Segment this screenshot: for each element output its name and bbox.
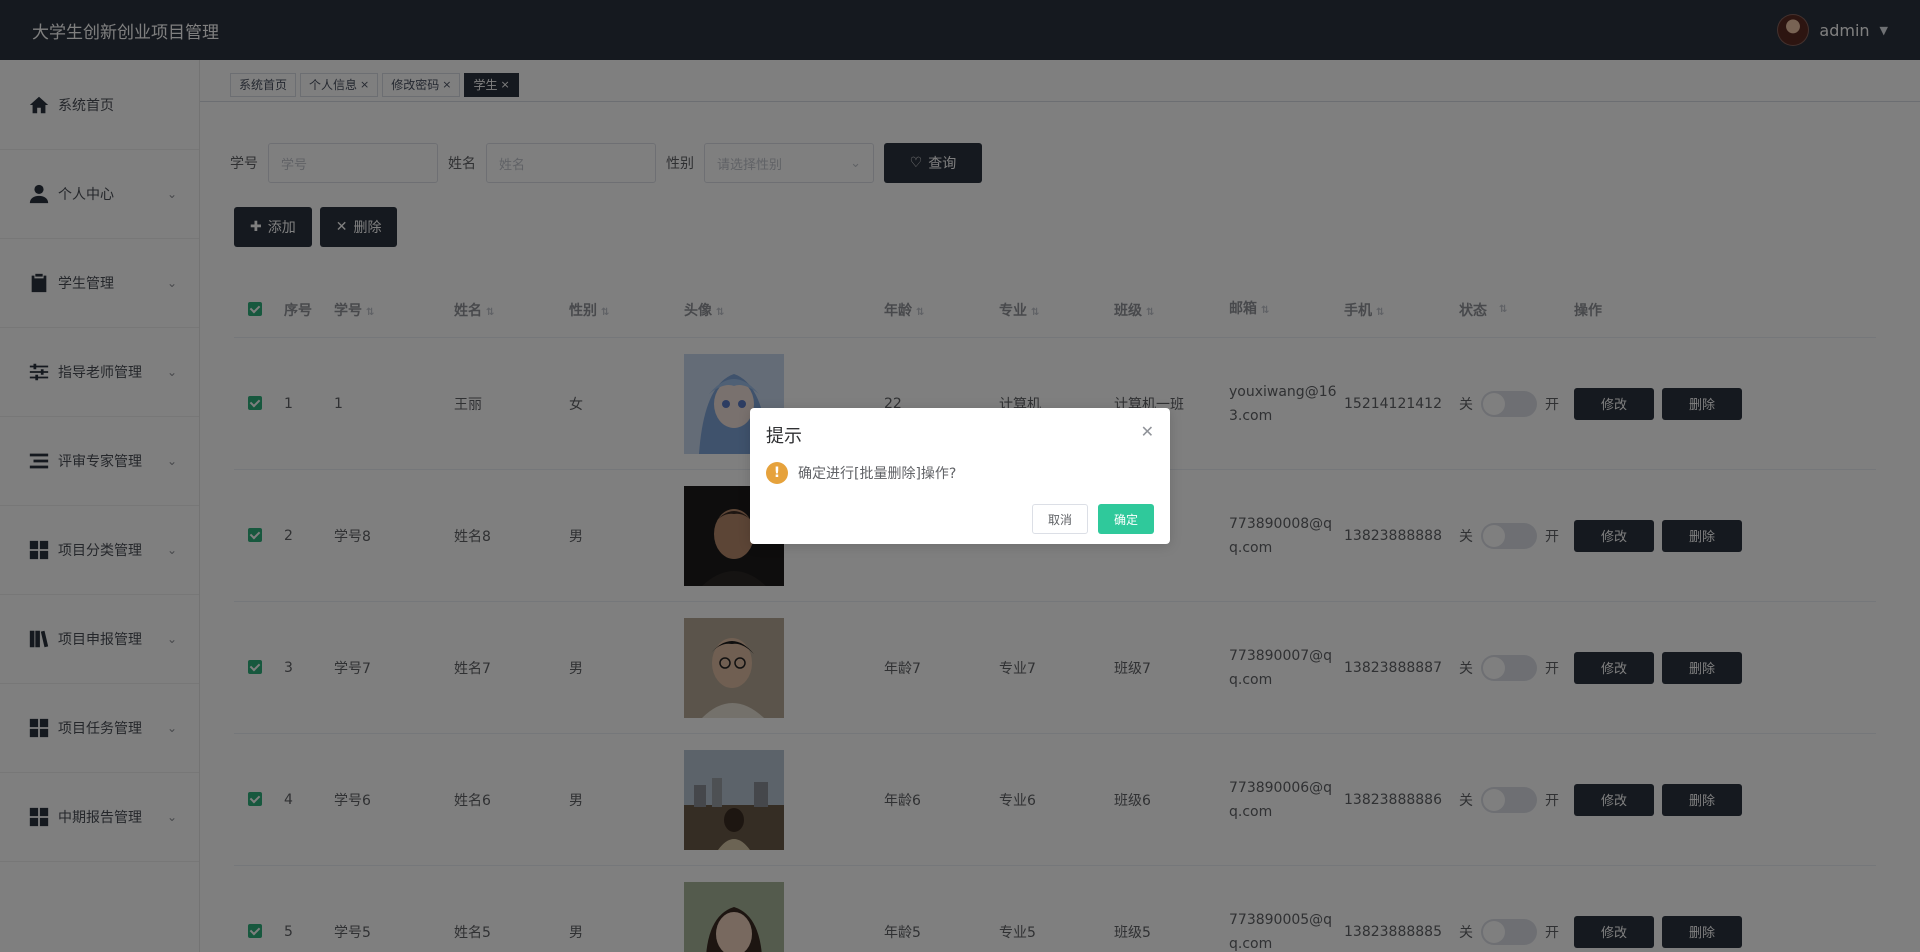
confirm-dialog: 提示 ✕ ! 确定进行[批量删除]操作? 取消 确定 — [750, 408, 1170, 544]
warning-icon: ! — [766, 462, 788, 484]
dialog-message: ! 确定进行[批量删除]操作? — [766, 462, 1154, 484]
cancel-button[interactable]: 取消 — [1032, 504, 1088, 534]
confirm-button[interactable]: 确定 — [1098, 504, 1154, 534]
dialog-message-text: 确定进行[批量删除]操作? — [798, 466, 957, 482]
close-icon[interactable]: ✕ — [1141, 422, 1154, 441]
dialog-title: 提示 — [766, 426, 802, 447]
dialog-buttons: 取消 确定 — [1032, 504, 1154, 534]
